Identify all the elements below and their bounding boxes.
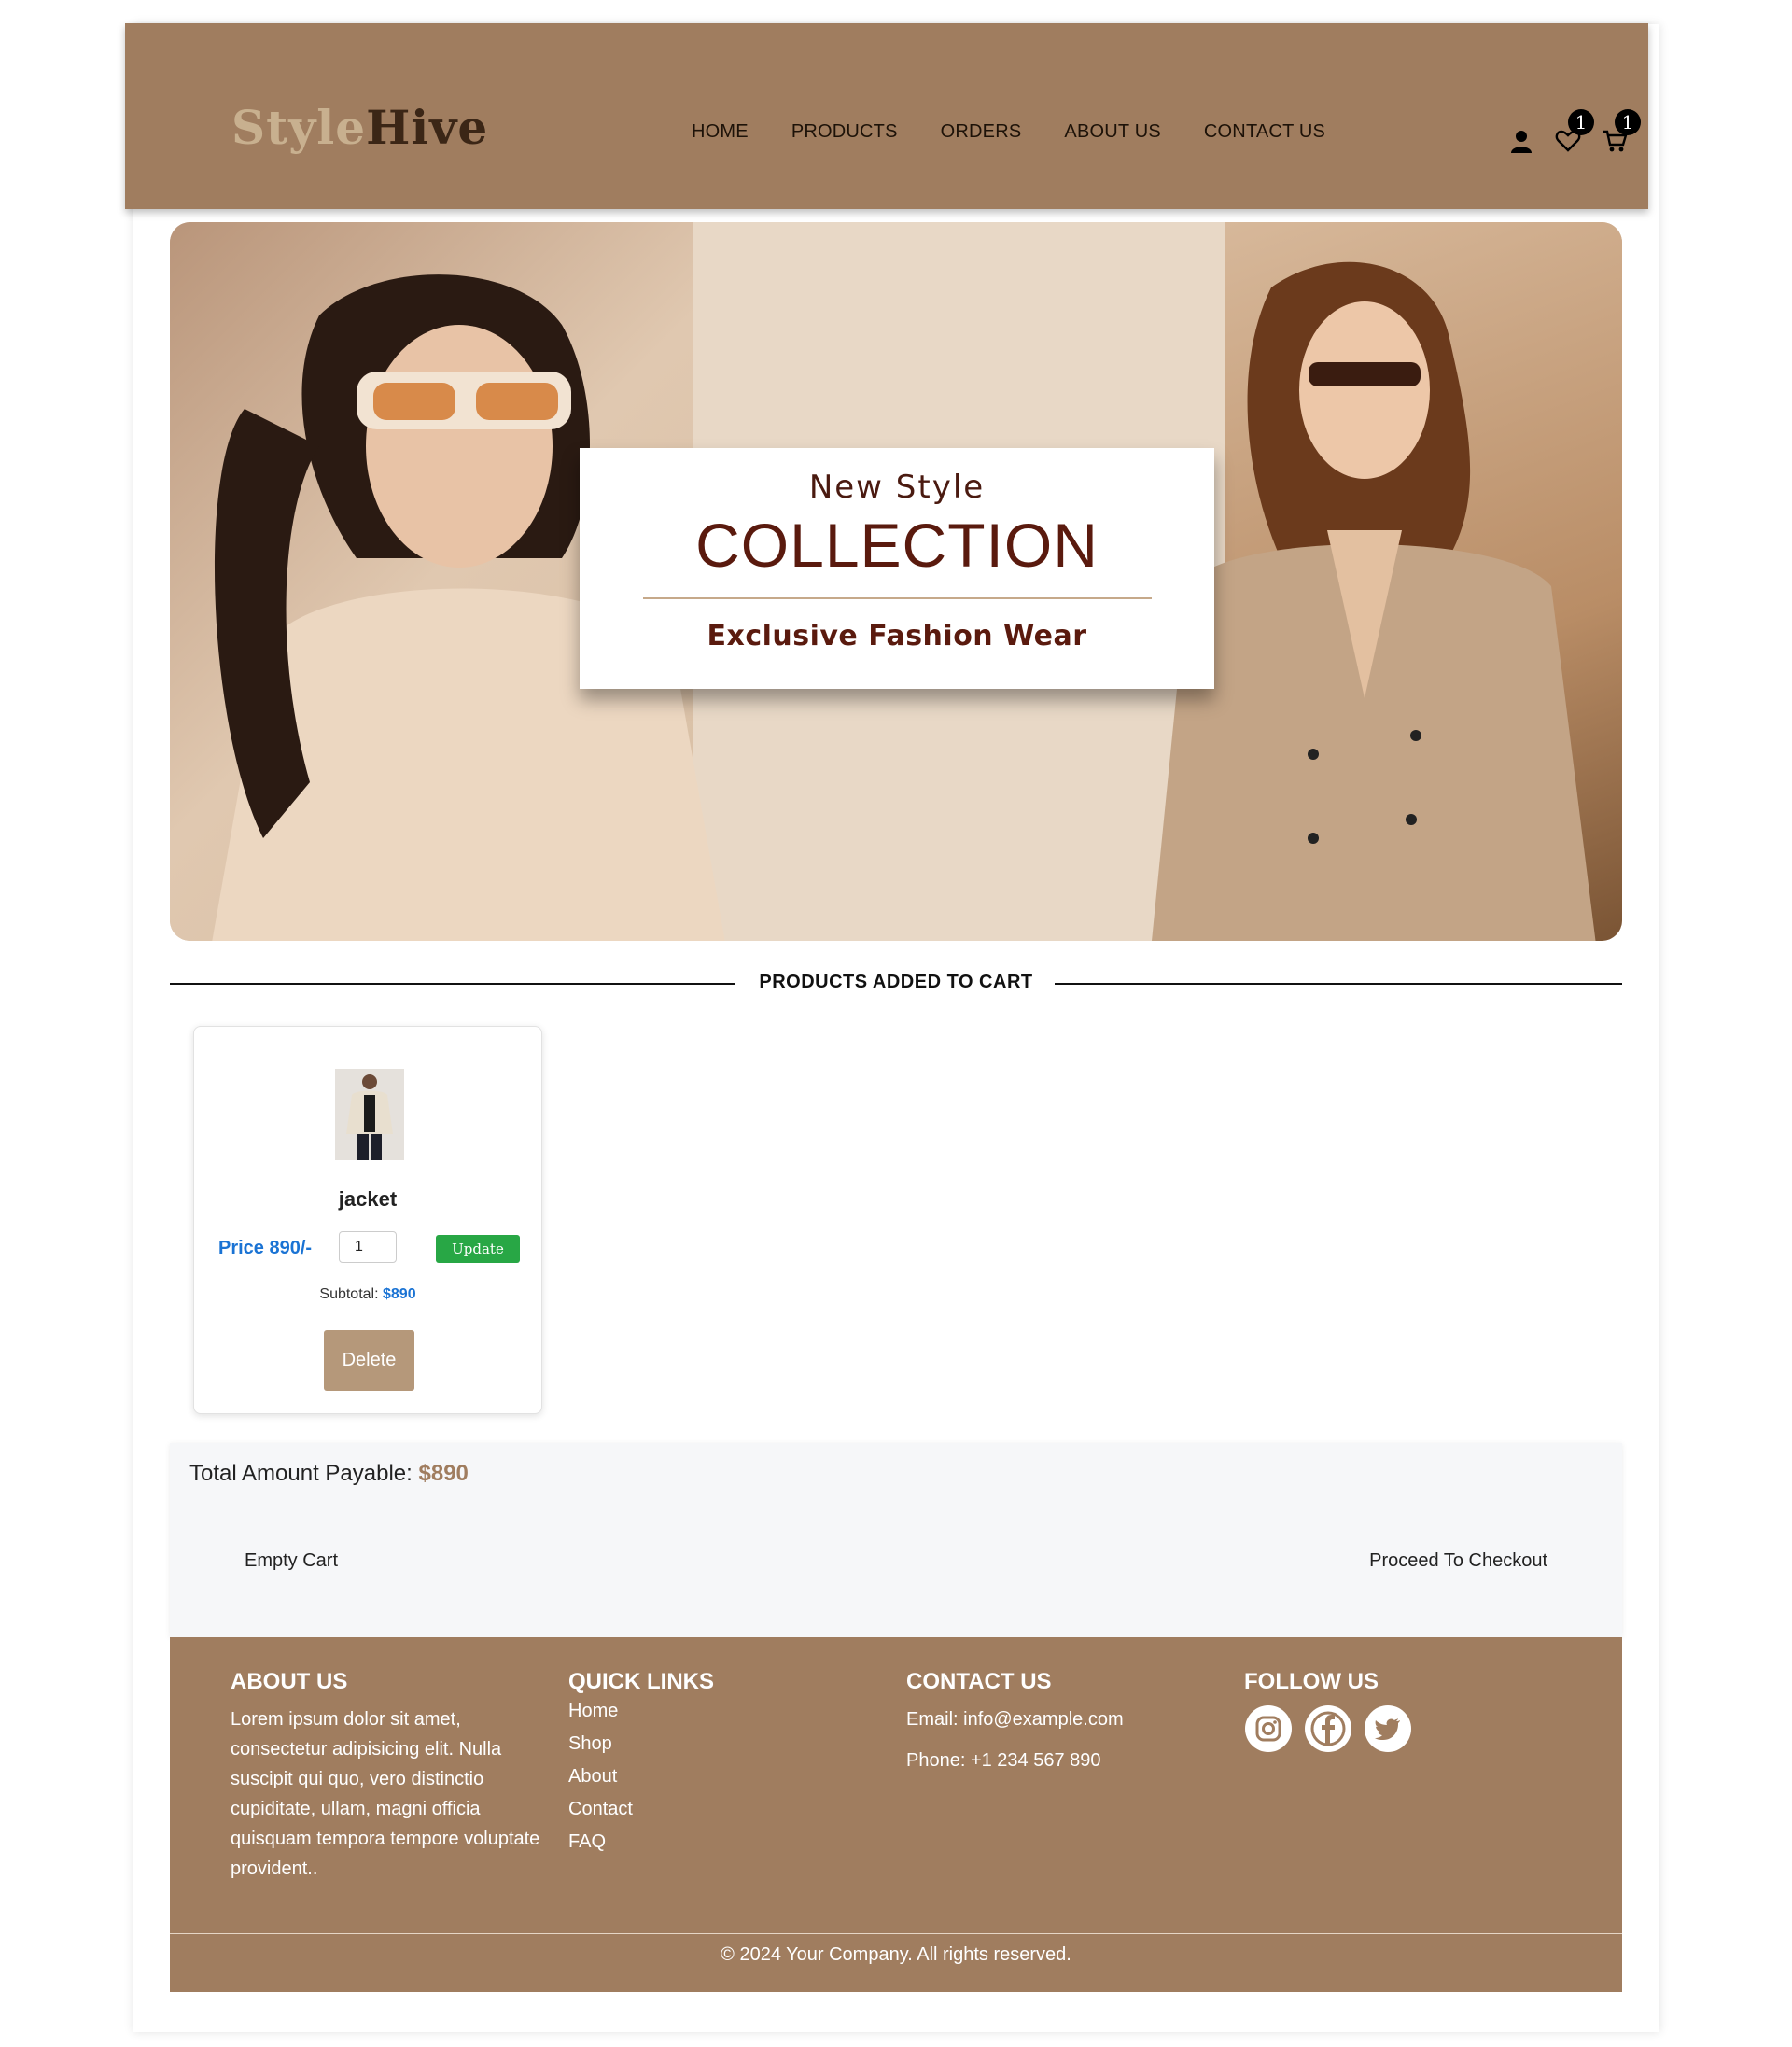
footer-email: Email: info@example.com [906,1709,1124,1730]
footer-phone: Phone: +1 234 567 890 [906,1750,1101,1771]
subtotal-value: $890 [383,1286,416,1302]
total-amount: Total Amount Payable: $890 [189,1461,469,1487]
section-line-right [1055,983,1622,985]
footer-about: ABOUT US Lorem ipsum dolor sit amet, con… [231,1669,548,1884]
facebook-icon[interactable] [1304,1704,1352,1753]
footer-about-text: Lorem ipsum dolor sit amet, consectetur … [231,1709,540,1879]
product-name: jacket [338,1187,398,1211]
footer-follow: FOLLOW US [1244,1669,1524,1753]
wishlist-button[interactable]: 1 [1555,109,1594,154]
cart-button[interactable]: 1 [1602,109,1641,154]
section-line-left [170,983,735,985]
site-header: StyleHive HOME PRODUCTS ORDERS ABOUT US … [125,23,1648,209]
cart-item-card: jacket Price 890/- Update Subtotal: $890… [193,1026,542,1414]
instagram-icon[interactable] [1244,1704,1293,1753]
footer-links-title: QUICK LINKS [568,1669,714,1694]
header-icons: 1 1 [1508,109,1641,154]
promo-divider [642,597,1152,599]
twitter-icon[interactable] [1364,1704,1412,1753]
social-links [1244,1704,1524,1753]
footer-divider [170,1933,1622,1934]
user-icon[interactable] [1508,128,1534,154]
cart-total-panel: Total Amount Payable: $890 Empty Cart Pr… [170,1443,1622,1637]
subtotal: Subtotal: $890 [194,1286,541,1303]
hero-banner: New Style COLLECTION Exclusive Fashion W… [170,222,1622,941]
nav-about-us[interactable]: ABOUT US [1064,121,1160,143]
product-image [335,1069,404,1160]
empty-cart-button[interactable]: Empty Cart [245,1550,338,1572]
nav-orders[interactable]: ORDERS [941,121,1022,143]
promo-box: New Style COLLECTION Exclusive Fashion W… [580,448,1214,689]
footer-about-title: ABOUT US [231,1669,348,1694]
quantity-input[interactable] [339,1231,397,1263]
cart-count-badge: 1 [1615,109,1641,135]
update-button[interactable]: Update [436,1235,520,1263]
subtotal-label: Subtotal: [319,1286,379,1302]
logo-part-hive: Hive [366,100,489,155]
site-footer: ABOUT US Lorem ipsum dolor sit amet, con… [170,1637,1622,1992]
nav-products[interactable]: PRODUCTS [791,121,898,143]
nav-home[interactable]: HOME [692,121,749,143]
checkout-button[interactable]: Proceed To Checkout [1369,1550,1547,1572]
delete-button[interactable]: Delete [324,1330,414,1391]
total-label: Total Amount Payable: [189,1461,413,1486]
footer-link-about[interactable]: About [568,1760,848,1793]
footer-link-faq[interactable]: FAQ [568,1826,848,1858]
promo-title: COLLECTION [695,511,1099,580]
logo[interactable]: StyleHive [231,100,488,155]
nav-contact-us[interactable]: CONTACT US [1204,121,1325,143]
footer-contact: CONTACT US Email: info@example.com Phone… [906,1669,1205,1775]
promo-script-text: New Style [808,469,986,506]
wishlist-count-badge: 1 [1568,109,1594,135]
product-price: Price 890/- [218,1238,313,1258]
footer-copyright: © 2024 Your Company. All rights reserved… [721,1944,1071,1965]
section-title: PRODUCTS ADDED TO CART [759,972,1033,992]
footer-link-shop[interactable]: Shop [568,1728,848,1760]
total-value: $890 [418,1461,469,1486]
footer-follow-title: FOLLOW US [1244,1669,1379,1694]
promo-subtitle: Exclusive Fashion Wear [707,620,1087,652]
main-nav: HOME PRODUCTS ORDERS ABOUT US CONTACT US [692,121,1325,143]
footer-quick-links: QUICK LINKS Home Shop About Contact FAQ [568,1669,848,1858]
footer-contact-title: CONTACT US [906,1669,1052,1694]
footer-link-home[interactable]: Home [568,1695,848,1728]
footer-link-contact[interactable]: Contact [568,1793,848,1826]
logo-part-style: Style [231,100,367,155]
